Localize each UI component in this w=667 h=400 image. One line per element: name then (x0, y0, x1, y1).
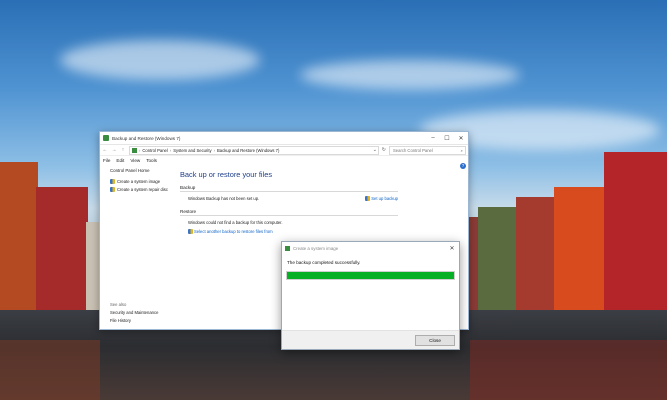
dialog-titlebar[interactable]: Create a system image ✕ (282, 242, 459, 254)
house (554, 187, 604, 312)
house (516, 197, 556, 312)
main-content: Back up or restore your files Backup Win… (180, 164, 398, 238)
chevron-down-icon[interactable]: ⌄ (372, 147, 378, 153)
search-input[interactable]: Search Control Panel ⌕ (389, 145, 466, 155)
help-icon[interactable]: ? (460, 163, 466, 169)
refresh-icon[interactable]: ↻ (382, 147, 386, 153)
back-arrow-icon[interactable]: ← (102, 147, 108, 153)
search-placeholder: Search Control Panel (393, 147, 433, 153)
dialog-message: The backup completed successfully. (287, 260, 361, 265)
create-system-image-link[interactable]: Create a system image (110, 179, 186, 184)
backup-progress-bar (286, 271, 455, 280)
menu-view[interactable]: View (130, 158, 140, 163)
dialog-close-icon[interactable]: ✕ (445, 242, 459, 254)
maximize-button[interactable]: ☐ (440, 132, 454, 144)
system-image-icon (285, 245, 290, 251)
search-icon: ⌕ (460, 147, 463, 153)
breadcrumb-backup-restore[interactable]: Backup and Restore (Windows 7) (217, 148, 279, 153)
reflection (470, 340, 667, 400)
see-also-header: See also (110, 302, 127, 307)
task-label[interactable]: Create a system repair disc (117, 187, 168, 192)
breadcrumb-separator: › (169, 147, 172, 153)
house (0, 162, 38, 312)
close-button[interactable]: Close (415, 335, 455, 346)
security-maintenance-link[interactable]: Security and Maintenance (110, 310, 158, 315)
cloud (300, 60, 520, 90)
up-arrow-icon[interactable]: ↑ (120, 147, 126, 153)
control-panel-icon (132, 147, 137, 153)
house (86, 222, 100, 312)
task-label[interactable]: Create a system image (117, 179, 160, 184)
breadcrumb-separator: › (213, 147, 215, 153)
address-bar-row: ← → ↑ › Control Panel › System and Secur… (100, 145, 468, 156)
house (604, 152, 667, 312)
set-up-backup-label[interactable]: Set up backup (371, 196, 398, 201)
system-image-dialog: Create a system image ✕ The backup compl… (281, 241, 460, 350)
shield-icon (365, 196, 371, 201)
restore-row: Windows could not find a backup for this… (188, 220, 398, 225)
restore-status-text: Windows could not find a backup for this… (188, 220, 283, 225)
restore-section-header: Restore (180, 209, 398, 216)
see-also: See also Security and Maintenance File H… (110, 302, 158, 323)
progress-fill (287, 272, 454, 279)
control-panel-icon (103, 135, 109, 141)
menu-file[interactable]: File (103, 158, 110, 163)
breadcrumb-separator: › (139, 147, 141, 153)
shield-icon (110, 187, 115, 192)
set-up-backup-link[interactable]: Set up backup (365, 196, 398, 201)
menu-tools[interactable]: Tools (146, 158, 157, 163)
house (478, 207, 518, 312)
window-titlebar[interactable]: Backup and Restore (Windows 7) – ☐ ✕ (100, 132, 468, 145)
minimize-button[interactable]: – (426, 132, 440, 144)
dialog-title: Create a system image (293, 245, 339, 251)
cloud (60, 40, 260, 80)
control-panel-home-link[interactable]: Control Panel Home (110, 168, 186, 173)
address-field[interactable]: › Control Panel › System and Security › … (129, 145, 379, 155)
backup-row: Windows Backup has not been set up. Set … (188, 196, 398, 201)
shield-icon (188, 229, 193, 234)
close-button[interactable]: ✕ (454, 132, 468, 144)
backup-status-text: Windows Backup has not been set up. (188, 196, 260, 201)
breadcrumb-control-panel[interactable]: Control Panel (142, 148, 167, 153)
page-title: Back up or restore your files (180, 170, 273, 179)
dialog-footer: Close (282, 330, 459, 349)
file-history-link[interactable]: File History (110, 318, 158, 323)
window-title: Backup and Restore (Windows 7) (112, 135, 181, 141)
house (36, 187, 88, 312)
forward-arrow-icon[interactable]: → (111, 147, 117, 153)
create-repair-disc-link[interactable]: Create a system repair disc (110, 187, 186, 192)
menu-edit[interactable]: Edit (116, 158, 124, 163)
restore-link-row[interactable]: Select another backup to restore files f… (188, 229, 398, 234)
select-another-backup-link[interactable]: Select another backup to restore files f… (194, 229, 273, 234)
shield-icon (110, 179, 115, 184)
breadcrumb-system-security[interactable]: System and Security (173, 148, 211, 153)
reflection (0, 340, 100, 400)
backup-section-header: Backup (180, 185, 398, 192)
